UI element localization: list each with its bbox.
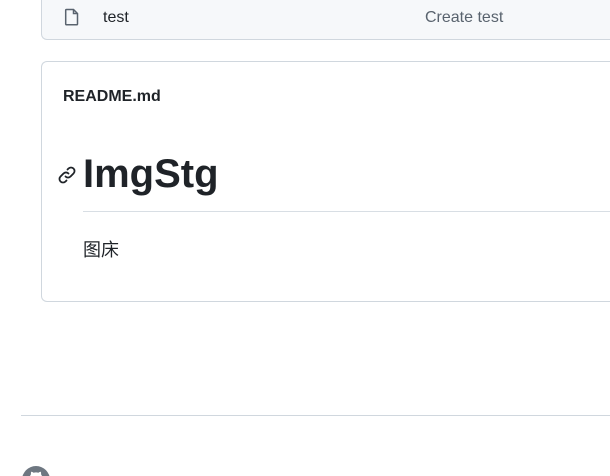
readme-heading: ImgStg	[83, 152, 219, 196]
heading-divider	[83, 211, 610, 212]
page: test Create test README.md ImgStg 图床	[0, 0, 610, 476]
file-name-link[interactable]: test	[103, 9, 129, 27]
commit-message-link[interactable]: Create test	[425, 9, 503, 27]
readme-paragraph: 图床	[83, 240, 119, 261]
readme-filename-link[interactable]: README.md	[63, 88, 161, 106]
readme-panel: README.md ImgStg 图床	[41, 61, 610, 302]
footer-divider	[21, 415, 610, 416]
file-row[interactable]: test Create test	[42, 0, 610, 40]
github-logo-icon[interactable]	[21, 465, 51, 476]
file-icon	[64, 8, 80, 26]
link-icon[interactable]	[57, 165, 77, 185]
file-list: test Create test	[41, 0, 610, 40]
